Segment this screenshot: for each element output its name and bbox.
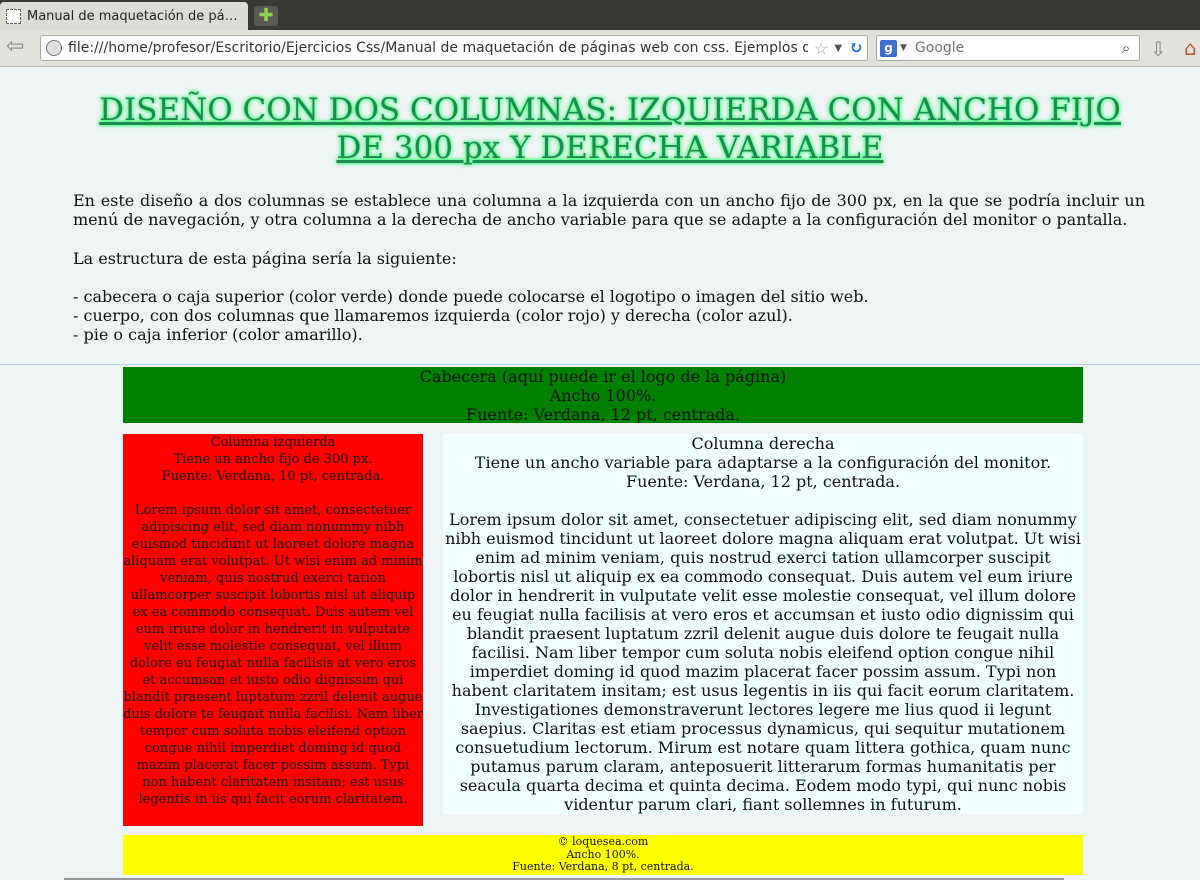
left-column: Columna izquierda Tiene un ancho fijo de… — [123, 434, 423, 826]
right-column-line: Fuente: Verdana, 12 pt, centrada. — [625, 472, 901, 491]
tab-bar: Manual de maquetación de pá… ✚ — [0, 0, 1200, 30]
back-arrow-icon[interactable]: ⇦ — [6, 36, 34, 60]
left-column-line: Fuente: Verdana, 10 pt, centrada. — [161, 469, 385, 484]
left-column-line: Columna izquierda — [210, 435, 336, 450]
url-dropdown-icon[interactable]: ▼ — [834, 43, 842, 54]
address-bar[interactable]: file:///home/profesor/Escritorio/Ejercic… — [40, 35, 868, 61]
structure-list: - cabecera o caja superior (color verde)… — [73, 287, 869, 344]
search-input[interactable] — [912, 39, 1122, 57]
right-column-line: Tiene un ancho variable para adaptarse a… — [474, 453, 1052, 472]
home-icon[interactable]: ⌂ — [1184, 36, 1197, 60]
search-icon[interactable]: ⌕ — [1122, 39, 1130, 57]
footer-box: © loquesea.com Ancho 100%. Fuente: Verda… — [123, 835, 1083, 875]
left-column-text: Lorem ipsum dolor sit amet, consectetuer… — [123, 503, 423, 807]
structure-intro: La estructura de esta página sería la si… — [73, 249, 457, 268]
navigation-toolbar: ⇦ file:///home/profesor/Escritorio/Ejerc… — [0, 30, 1200, 67]
new-tab-button[interactable]: ✚ — [254, 6, 278, 26]
page-content: DISEÑO CON DOS COLUMNAS: IZQUIERDA CON A… — [0, 67, 1200, 880]
search-box[interactable]: g ▼ ⌕ — [876, 35, 1140, 61]
url-text[interactable]: file:///home/profesor/Escritorio/Ejercic… — [68, 40, 808, 56]
list-item: - cabecera o caja superior (color verde)… — [73, 287, 869, 306]
globe-icon — [46, 40, 62, 56]
browser-tab[interactable]: Manual de maquetación de pá… — [0, 2, 248, 30]
header-line: Cabecera (aquí puede ir el logo de la pá… — [419, 367, 787, 386]
header-box: Cabecera (aquí puede ir el logo de la pá… — [123, 367, 1083, 423]
header-line: Fuente: Verdana, 12 pt, centrada. — [465, 405, 741, 423]
google-engine-icon[interactable]: g — [880, 39, 897, 57]
right-column: Columna derecha Tiene un ancho variable … — [443, 434, 1083, 814]
right-column-line: Columna derecha — [691, 434, 835, 453]
search-engine-dropdown-icon[interactable]: ▼ — [900, 43, 907, 53]
tab-title: Manual de maquetación de pá… — [27, 8, 238, 24]
right-column-text: Lorem ipsum dolor sit amet, consectetuer… — [445, 510, 1081, 814]
download-icon[interactable]: ⇩ — [1150, 37, 1167, 61]
list-item: - cuerpo, con dos columnas que llamaremo… — [73, 306, 793, 325]
page-title: DISEÑO CON DOS COLUMNAS: IZQUIERDA CON A… — [99, 92, 1121, 166]
intro-paragraph: En este diseño a dos columnas se estable… — [73, 191, 1145, 229]
header-line: Ancho 100%. — [549, 386, 657, 405]
list-item: - pie o caja inferior (color amarillo). — [73, 325, 363, 344]
reload-icon[interactable]: ↻ — [849, 38, 863, 58]
page-favicon-icon — [6, 8, 21, 24]
bookmark-star-icon[interactable]: ☆ — [814, 39, 828, 58]
footer-line: Fuente: Verdana, 8 pt, centrada. — [512, 860, 694, 873]
footer-line: © loquesea.com — [557, 835, 649, 848]
separator-line — [0, 364, 1200, 365]
left-column-line: Tiene un ancho fijo de 300 px. — [173, 452, 373, 467]
